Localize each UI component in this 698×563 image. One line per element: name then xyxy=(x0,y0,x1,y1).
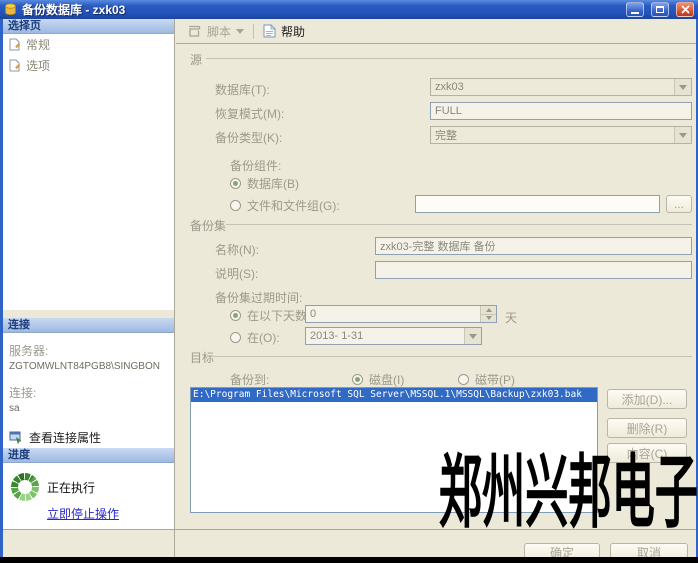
browse-button[interactable]: ... xyxy=(666,195,692,213)
radio-icon xyxy=(230,310,241,321)
select-page-panel: 常规 选项 xyxy=(3,34,174,310)
toolbar: 脚本 帮助 xyxy=(176,19,696,44)
properties-icon xyxy=(9,431,23,444)
remove-button[interactable]: 删除(R) xyxy=(607,418,687,438)
chevron-down-icon xyxy=(674,79,691,95)
script-icon xyxy=(185,24,202,39)
connection-value: sa xyxy=(9,403,168,414)
connection-panel: 服务器: ZGTOMWLNT84PGB8\SINGBON 连接: sa 查看连接… xyxy=(3,333,174,448)
script-dropdown-icon[interactable] xyxy=(236,29,244,34)
destination-group-line xyxy=(214,356,692,357)
date-picker[interactable]: 2013- 1-31 xyxy=(305,327,482,345)
bottom-black-strip xyxy=(0,557,698,563)
page-icon xyxy=(8,59,21,72)
radio-icon xyxy=(458,374,469,385)
backup-database-dialog: 备份数据库 - zxk03 选择页 常规 选项 xyxy=(0,0,698,563)
radio-database[interactable]: 数据库(B) xyxy=(230,175,299,192)
radio-tape[interactable]: 磁带(P) xyxy=(458,371,515,388)
backup-set-group-label: 备份集 xyxy=(190,217,226,234)
view-connection-properties-link[interactable]: 查看连接属性 xyxy=(9,429,168,446)
radio-database-label: 数据库(B) xyxy=(247,175,299,192)
watermark-text: 郑州兴邦电子 xyxy=(439,450,698,536)
radio-files-label: 文件和文件组(G): xyxy=(247,197,340,214)
radio-icon xyxy=(230,200,241,211)
stop-operation-link[interactable]: 立即停止操作 xyxy=(47,505,119,522)
radio-on-label: 在(O): xyxy=(247,329,280,346)
source-group-label: 源 xyxy=(190,51,202,68)
server-value: ZGTOMWLNT84PGB8\SINGBON xyxy=(9,361,168,372)
backup-type-label: 备份类型(K): xyxy=(215,129,282,146)
spinner-up-icon[interactable] xyxy=(481,306,496,315)
backup-type-combobox[interactable]: 完整 xyxy=(430,126,692,144)
progress-header: 进度 xyxy=(3,448,174,463)
select-page-header: 选择页 xyxy=(3,19,174,34)
description-label: 说明(S): xyxy=(215,265,258,282)
sidebar: 选择页 常规 选项 连接 服务器: xyxy=(3,19,175,557)
maximize-button[interactable] xyxy=(651,2,669,17)
days-spinner[interactable]: 0 xyxy=(305,305,497,323)
source-group-line xyxy=(206,58,692,59)
radio-disk[interactable]: 磁盘(I) xyxy=(352,371,404,388)
database-icon xyxy=(4,3,17,16)
recovery-model-field[interactable] xyxy=(430,102,692,120)
radio-icon xyxy=(352,374,363,385)
recovery-model-label: 恢复模式(M): xyxy=(215,105,284,122)
minimize-button[interactable] xyxy=(626,2,644,17)
radio-icon xyxy=(230,332,241,343)
window-title: 备份数据库 - zxk03 xyxy=(22,1,619,18)
days-value: 0 xyxy=(306,306,480,322)
radio-expire-on-date[interactable]: 在(O): xyxy=(230,329,280,346)
files-filegroups-field[interactable] xyxy=(415,195,660,213)
close-button[interactable] xyxy=(676,2,694,17)
progress-panel: 正在执行 立即停止操作 xyxy=(3,463,174,529)
name-label: 名称(N): xyxy=(215,241,259,258)
chevron-down-icon xyxy=(674,127,691,143)
progress-spinner-icon xyxy=(11,473,39,501)
toolbar-separator xyxy=(253,24,254,39)
help-button[interactable]: 帮助 xyxy=(281,23,305,40)
spinner-down-icon[interactable] xyxy=(481,315,496,323)
backup-type-combobox-value: 完整 xyxy=(431,127,674,143)
script-button[interactable]: 脚本 xyxy=(207,23,231,40)
radio-icon xyxy=(230,178,241,189)
chevron-down-icon xyxy=(464,328,481,344)
sidebar-item-general[interactable]: 常规 xyxy=(3,34,174,55)
radio-disk-label: 磁盘(I) xyxy=(369,371,404,388)
date-value: 2013- 1-31 xyxy=(306,330,464,342)
backup-set-group-line xyxy=(226,224,692,225)
help-icon xyxy=(263,24,276,38)
sidebar-item-label: 常规 xyxy=(26,36,50,53)
list-item-backup-path[interactable]: E:\Program Files\Microsoft SQL Server\MS… xyxy=(191,388,597,402)
database-label: 数据库(T): xyxy=(215,81,270,98)
sidebar-item-label: 选项 xyxy=(26,57,50,74)
backup-component-label: 备份组件: xyxy=(230,157,281,174)
description-field[interactable] xyxy=(375,261,692,279)
title-bar: 备份数据库 - zxk03 xyxy=(0,0,698,19)
view-props-label: 查看连接属性 xyxy=(29,429,101,446)
connection-header: 连接 xyxy=(3,318,174,333)
backup-to-label: 备份到: xyxy=(230,371,269,388)
days-unit-label: 天 xyxy=(505,309,517,326)
sidebar-item-options[interactable]: 选项 xyxy=(3,55,174,76)
radio-tape-label: 磁带(P) xyxy=(475,371,515,388)
add-button[interactable]: 添加(D)... xyxy=(607,389,687,409)
database-combobox[interactable]: zxk03 xyxy=(430,78,692,96)
server-label: 服务器: xyxy=(9,342,168,359)
destination-group-label: 目标 xyxy=(190,349,214,366)
radio-files-filegroups[interactable]: 文件和文件组(G): xyxy=(230,197,340,214)
page-icon xyxy=(8,38,21,51)
connection-label: 连接: xyxy=(9,384,168,401)
database-combobox-value: zxk03 xyxy=(431,81,674,93)
expiration-label: 备份集过期时间: xyxy=(215,289,302,306)
name-field[interactable] xyxy=(375,237,692,255)
progress-status: 正在执行 xyxy=(47,479,95,496)
